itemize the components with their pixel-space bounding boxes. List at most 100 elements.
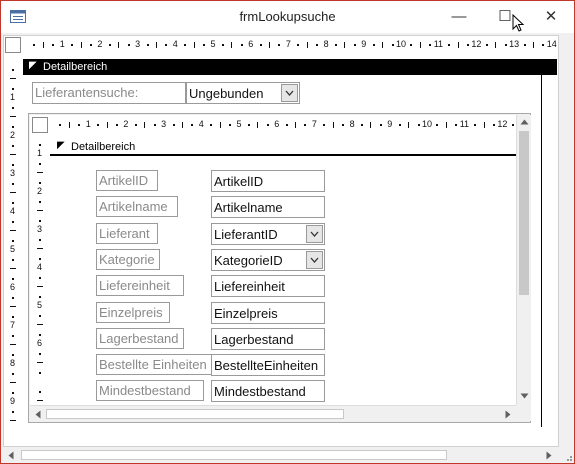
window-scroll-left-icon[interactable] — [7, 451, 15, 460]
field-text-box[interactable]: Artikelname — [211, 196, 325, 219]
field-text-box[interactable]: ArtikelID — [211, 170, 325, 192]
field-text-box[interactable]: BestellteEinheiten — [211, 354, 325, 377]
ruler-number: 6 — [37, 338, 43, 348]
field-label: Lagerbestand — [96, 327, 184, 349]
field-value: ArtikelID — [214, 174, 264, 189]
ruler-tick — [10, 192, 16, 193]
ruler-tick — [203, 44, 206, 46]
ruler-number: 3 — [37, 224, 43, 234]
subform-ruler-corner[interactable] — [32, 117, 48, 133]
field-value: Lagerbestand — [214, 331, 294, 347]
subform-vertical-scrollbar[interactable] — [516, 115, 531, 405]
ruler-tick — [89, 44, 92, 46]
scroll-up-icon[interactable] — [520, 118, 529, 126]
ruler-number: 1 — [37, 148, 43, 158]
ruler-tick — [165, 44, 168, 46]
ruler-tick — [12, 353, 14, 356]
ruler-corner[interactable] — [5, 37, 21, 53]
search-combo-value: Ungebunden — [189, 86, 264, 101]
ruler-number: 7 — [10, 320, 16, 330]
subform-vertical-ruler: 1 2 3 4 5 6 — [32, 137, 48, 403]
field-label: Bestellte Einheiten — [96, 354, 212, 376]
close-button[interactable]: ✕ — [528, 1, 574, 33]
ruler-tick — [316, 44, 319, 46]
ruler-tick — [134, 124, 137, 126]
field-text-box[interactable]: Einzelpreis — [211, 301, 325, 324]
minimize-button[interactable]: — — [436, 1, 482, 33]
scroll-down-icon[interactable] — [520, 392, 529, 400]
ruler-tick — [37, 362, 43, 363]
ruler-tick — [39, 371, 41, 374]
ruler-tick — [372, 44, 375, 46]
ruler-tick — [153, 124, 156, 126]
window-h-scroll-thumb[interactable] — [21, 450, 447, 460]
ruler-tick — [42, 42, 44, 48]
ruler-number: 5 — [10, 244, 16, 254]
field-text-box[interactable]: Lagerbestand — [211, 327, 325, 350]
ruler-tick — [127, 44, 130, 46]
ruler-number: 3 — [135, 39, 141, 49]
ruler-tick — [12, 258, 14, 261]
ruler-tick — [419, 42, 421, 48]
chevron-down-icon — [285, 90, 294, 96]
ruler-number: 9 — [387, 119, 393, 129]
ruler-tick — [12, 220, 14, 223]
h-scroll-thumb[interactable] — [46, 409, 344, 419]
ruler-tick — [12, 125, 14, 128]
ruler-tick — [398, 124, 401, 126]
ruler-tick — [39, 333, 41, 336]
ruler-number: 5 — [236, 119, 242, 129]
ruler-tick — [52, 44, 55, 46]
field-combo-box[interactable]: KategorieID — [211, 248, 325, 271]
scroll-thumb[interactable] — [519, 131, 529, 295]
ruler-tick — [10, 78, 16, 79]
ruler-tick — [12, 296, 14, 299]
title-bar[interactable]: frmLookupsuche — ☐ ✕ — [1, 1, 574, 33]
resize-grip[interactable] — [559, 447, 574, 463]
ruler-tick — [10, 268, 16, 269]
ruler-tick — [12, 87, 14, 90]
window-horizontal-scrollbar[interactable] — [3, 447, 559, 463]
ruler-tick — [511, 124, 514, 126]
ruler-tick — [269, 42, 271, 48]
detail-section-band[interactable]: ◤ Detailbereich — [23, 59, 557, 75]
field-combo-box[interactable]: LieferantID — [211, 222, 325, 245]
ruler-tick — [257, 122, 259, 128]
ruler-number: 7 — [285, 39, 291, 49]
dropdown-button[interactable] — [306, 224, 323, 243]
ruler-number: 1 — [10, 92, 16, 102]
ruler-tick — [59, 124, 62, 126]
ruler-tick — [10, 116, 16, 117]
field-label: Einzelpreis — [96, 301, 170, 323]
ruler-tick — [436, 124, 439, 126]
ruler-tick — [39, 143, 41, 146]
ruler-tick — [10, 306, 16, 307]
ruler-number: 9 — [361, 39, 367, 49]
subform-detail-section-band[interactable]: ◤ Detailbereich — [50, 138, 516, 156]
field-text-box[interactable]: Mindestbestand — [211, 380, 325, 403]
chevron-down-icon — [310, 231, 319, 237]
ruler-number: 11 — [433, 39, 444, 49]
supplier-search-combo[interactable]: Ungebunden — [186, 82, 300, 104]
ruler-tick — [240, 44, 243, 46]
subform-section-arrow-icon: ◤ — [57, 140, 65, 151]
scroll-left-icon[interactable] — [34, 410, 42, 419]
ruler-number: 1 — [85, 119, 91, 129]
horizontal-ruler: 1 2 3 4 5 6 7 8 9 10 11 12 13 14 — [23, 37, 557, 53]
ruler-tick — [382, 42, 384, 48]
vertical-ruler: 1 2 3 4 5 6 7 8 9 — [5, 57, 21, 427]
ruler-tick — [12, 277, 14, 280]
ruler-tick — [146, 44, 149, 46]
scroll-right-icon[interactable] — [504, 410, 512, 419]
subform-horizontal-scrollbar[interactable] — [30, 405, 516, 421]
window-scroll-right-icon[interactable] — [545, 451, 553, 460]
dropdown-button[interactable] — [281, 84, 298, 102]
ruler-tick — [108, 44, 111, 46]
ruler-tick — [39, 200, 41, 203]
ruler-tick — [39, 238, 41, 241]
ruler-tick — [80, 42, 82, 48]
field-text-box[interactable]: Liefereinheit — [211, 275, 325, 298]
field-value: BestellteEinheiten — [214, 358, 319, 374]
dropdown-button[interactable] — [306, 250, 323, 269]
ruler-tick — [39, 314, 41, 317]
